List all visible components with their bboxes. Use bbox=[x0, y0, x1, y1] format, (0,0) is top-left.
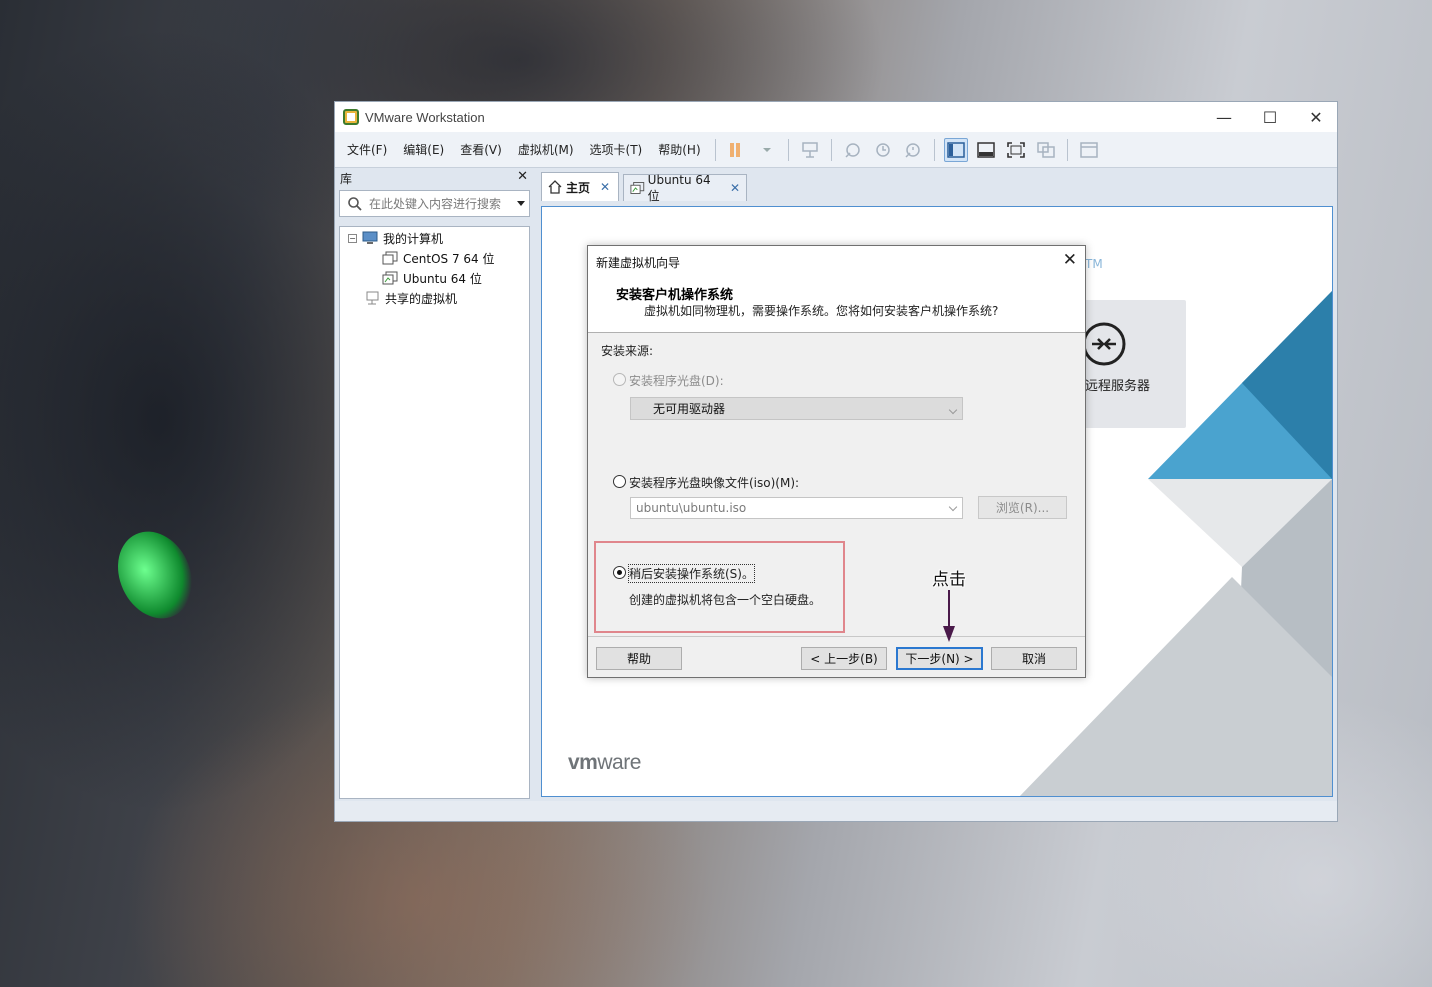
thumbnail-icon[interactable] bbox=[974, 138, 998, 162]
search-dropdown-icon[interactable] bbox=[517, 201, 525, 206]
install-later-description: 创建的虚拟机将包含一个空白硬盘。 bbox=[629, 593, 822, 607]
library-header: 库 ✕ bbox=[338, 169, 532, 187]
toolbar-separator bbox=[830, 138, 832, 161]
pause-icon[interactable] bbox=[725, 138, 749, 162]
menu-tabs[interactable]: 选项卡(T) bbox=[582, 132, 651, 168]
tree-item-centos[interactable]: CentOS 7 64 位 bbox=[382, 248, 494, 268]
toolbar-separator bbox=[1066, 138, 1068, 161]
vm-icon bbox=[382, 271, 398, 285]
tree-label-ubuntu: Ubuntu 64 位 bbox=[403, 271, 482, 286]
tree-label-shared: 共享的虚拟机 bbox=[385, 291, 458, 306]
tab-home-close-icon[interactable]: ✕ bbox=[600, 180, 610, 194]
tab-ubuntu-close-icon[interactable]: ✕ bbox=[730, 181, 740, 195]
menu-file[interactable]: 文件(F) bbox=[339, 132, 395, 168]
radio-install-disc-label: 安装程序光盘(D): bbox=[629, 374, 724, 388]
library-close-icon[interactable]: ✕ bbox=[517, 169, 528, 184]
fullscreen-icon[interactable] bbox=[1004, 138, 1028, 162]
cancel-button[interactable]: 取消 bbox=[991, 647, 1077, 670]
shared-vm-icon bbox=[366, 291, 379, 305]
window-titlebar[interactable]: VMware Workstation — ☐ ✕ bbox=[335, 102, 1337, 132]
next-button[interactable]: 下一步(N) > bbox=[896, 647, 983, 670]
window-title: VMware Workstation bbox=[365, 109, 485, 125]
iso-path-input[interactable]: ubuntu\ubuntu.iso bbox=[630, 497, 986, 519]
library-search[interactable] bbox=[339, 190, 530, 217]
tree-label-my-computer: 我的计算机 bbox=[383, 231, 444, 246]
close-button[interactable]: ✕ bbox=[1293, 102, 1339, 132]
iso-path-value: ubuntu\ubuntu.iso bbox=[636, 501, 747, 515]
install-source-label: 安装来源: bbox=[601, 344, 654, 358]
dialog-footer-divider bbox=[588, 636, 1085, 637]
dialog-titlebar[interactable]: 新建虚拟机向导 ✕ bbox=[588, 246, 1085, 276]
tab-home-label: 主页 bbox=[566, 180, 591, 195]
dialog-subheading: 虚拟机如同物理机，需要操作系统。您将如何安装客户机操作系统? bbox=[644, 304, 999, 318]
disc-drive-select[interactable]: 无可用驱动器 bbox=[630, 397, 963, 420]
send-keys-icon[interactable] bbox=[798, 138, 822, 162]
menu-help[interactable]: 帮助(H) bbox=[650, 132, 708, 168]
vmware-logo-vm: vm bbox=[568, 751, 598, 774]
dialog-close-icon[interactable]: ✕ bbox=[1063, 250, 1077, 270]
toolbar-separator bbox=[714, 138, 716, 161]
tree-item-ubuntu[interactable]: Ubuntu 64 位 bbox=[382, 268, 482, 288]
vm-icon bbox=[630, 182, 645, 194]
unity-icon[interactable] bbox=[1034, 138, 1058, 162]
radio-install-iso[interactable] bbox=[613, 475, 626, 488]
menu-view[interactable]: 查看(V) bbox=[452, 132, 510, 168]
vmware-logo-ware: ware bbox=[597, 751, 641, 774]
revert-snapshot-icon[interactable] bbox=[871, 138, 895, 162]
annotation-highlight-box bbox=[594, 541, 845, 633]
chevron-down-icon[interactable] bbox=[948, 502, 958, 512]
help-button[interactable]: 帮助 bbox=[596, 647, 682, 670]
dialog-heading: 安装客户机操作系统 bbox=[616, 288, 734, 303]
menu-edit[interactable]: 编辑(E) bbox=[395, 132, 452, 168]
toolbar-separator bbox=[787, 138, 789, 161]
menu-vm[interactable]: 虚拟机(M) bbox=[510, 132, 582, 168]
menubar: 文件(F) 编辑(E) 查看(V) 虚拟机(M) 选项卡(T) 帮助(H) bbox=[335, 132, 1337, 168]
dialog-title: 新建虚拟机向导 bbox=[596, 256, 681, 270]
radio-install-disc[interactable] bbox=[613, 373, 626, 386]
browse-button[interactable]: 浏览(R)... bbox=[978, 496, 1067, 519]
tab-ubuntu[interactable]: Ubuntu 64 位 ✕ bbox=[623, 172, 747, 203]
annotation-arrow-icon bbox=[943, 590, 955, 642]
back-button[interactable]: < 上一步(B) bbox=[801, 647, 887, 670]
radio-install-iso-label: 安装程序光盘映像文件(iso)(M): bbox=[629, 476, 800, 490]
computer-icon bbox=[362, 231, 378, 244]
tab-ubuntu-label: Ubuntu 64 位 bbox=[647, 172, 711, 203]
vmware-app-icon bbox=[343, 109, 359, 125]
minimize-button[interactable]: — bbox=[1201, 102, 1247, 132]
dialog-header: 安装客户机操作系统 虚拟机如同物理机，需要操作系统。您将如何安装客户机操作系统? bbox=[588, 276, 1085, 333]
library-tree: − 我的计算机 CentOS 7 64 位 Ubuntu 64 位 共享的虚拟机 bbox=[339, 226, 530, 799]
snapshot-manager-icon[interactable] bbox=[901, 138, 925, 162]
library-title: 库 bbox=[340, 171, 353, 186]
tree-label-centos: CentOS 7 64 位 bbox=[403, 251, 495, 266]
maximize-button[interactable]: ☐ bbox=[1247, 102, 1293, 132]
new-vm-wizard-dialog: 新建虚拟机向导 ✕ 安装客户机操作系统 虚拟机如同物理机，需要操作系统。您将如何… bbox=[587, 245, 1086, 678]
vm-icon bbox=[382, 251, 398, 265]
annotation-click-label: 点击 bbox=[932, 570, 966, 590]
disc-drive-value: 无可用驱动器 bbox=[653, 402, 726, 416]
tab-strip: 主页 ✕ Ubuntu 64 位 ✕ bbox=[537, 172, 1335, 203]
pause-dropdown-icon[interactable] bbox=[755, 138, 779, 162]
status-bar bbox=[335, 801, 1337, 821]
snapshot-icon[interactable] bbox=[841, 138, 865, 162]
radio-install-later-label: 稍后安装操作系统(S)。 bbox=[628, 564, 755, 583]
tab-home[interactable]: 主页 ✕ bbox=[541, 172, 619, 201]
library-search-input[interactable] bbox=[369, 196, 509, 211]
show-library-icon[interactable] bbox=[943, 137, 968, 162]
home-icon bbox=[548, 180, 562, 194]
radio-install-later[interactable] bbox=[613, 566, 626, 579]
search-icon bbox=[348, 196, 362, 211]
collapse-icon[interactable]: − bbox=[348, 233, 357, 243]
console-view-icon[interactable] bbox=[1077, 138, 1101, 162]
tree-item-my-computer[interactable]: − 我的计算机 bbox=[348, 228, 443, 248]
vmware-logo: vmware bbox=[568, 751, 641, 775]
tree-item-shared[interactable]: 共享的虚拟机 bbox=[364, 288, 457, 308]
chevron-down-icon bbox=[948, 405, 958, 415]
toolbar-separator bbox=[933, 138, 935, 161]
